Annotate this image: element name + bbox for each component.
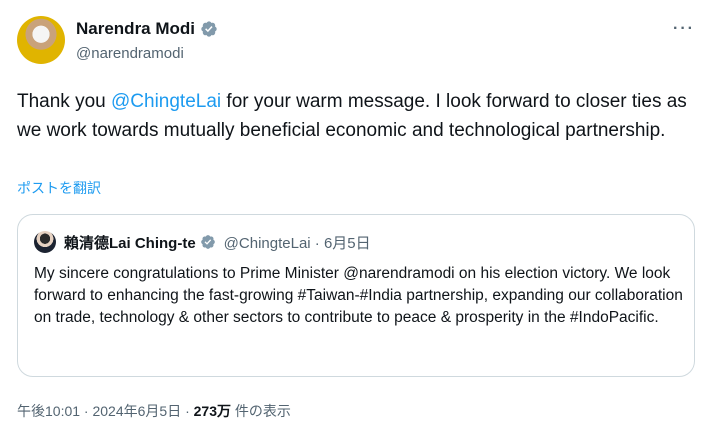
quoted-post-text: My sincere congratulations to Prime Mini… <box>34 265 683 326</box>
post-text: Thank you @ChingteLai for your warm mess… <box>17 87 697 145</box>
views-label: 件の表示 <box>231 403 291 419</box>
avatar[interactable] <box>17 16 65 64</box>
quoted-author-handle-date[interactable]: @ChingteLai · 6月5日 <box>224 232 371 253</box>
translate-post-link[interactable]: ポストを翻訳 <box>17 178 101 198</box>
verified-badge-icon[interactable] <box>200 20 218 38</box>
quoted-avatar[interactable] <box>34 231 56 253</box>
author-block: Narendra Modi @narendramodi <box>76 19 218 62</box>
author-name[interactable]: Narendra Modi <box>76 19 195 39</box>
post-metadata: 午後10:01 · 2024年6月5日 · 273万 件の表示 <box>17 401 291 421</box>
more-options-icon[interactable]: ··· <box>673 20 695 38</box>
post-text-prefix: Thank you <box>17 91 111 112</box>
quoted-post[interactable]: 賴清德Lai Ching-te @ChingteLai · 6月5日 My si… <box>17 214 695 377</box>
views-count: 273万 <box>193 403 231 419</box>
quoted-post-header: 賴清德Lai Ching-te @ChingteLai · 6月5日 <box>34 231 371 253</box>
quoted-author-name[interactable]: 賴清德Lai Ching-te <box>64 232 196 253</box>
verified-badge-icon[interactable] <box>200 234 216 250</box>
mention-link[interactable]: @ChingteLai <box>111 91 221 112</box>
author-handle[interactable]: @narendramodi <box>76 45 218 62</box>
post-timestamp[interactable]: 午後10:01 · 2024年6月5日 · <box>17 403 194 419</box>
